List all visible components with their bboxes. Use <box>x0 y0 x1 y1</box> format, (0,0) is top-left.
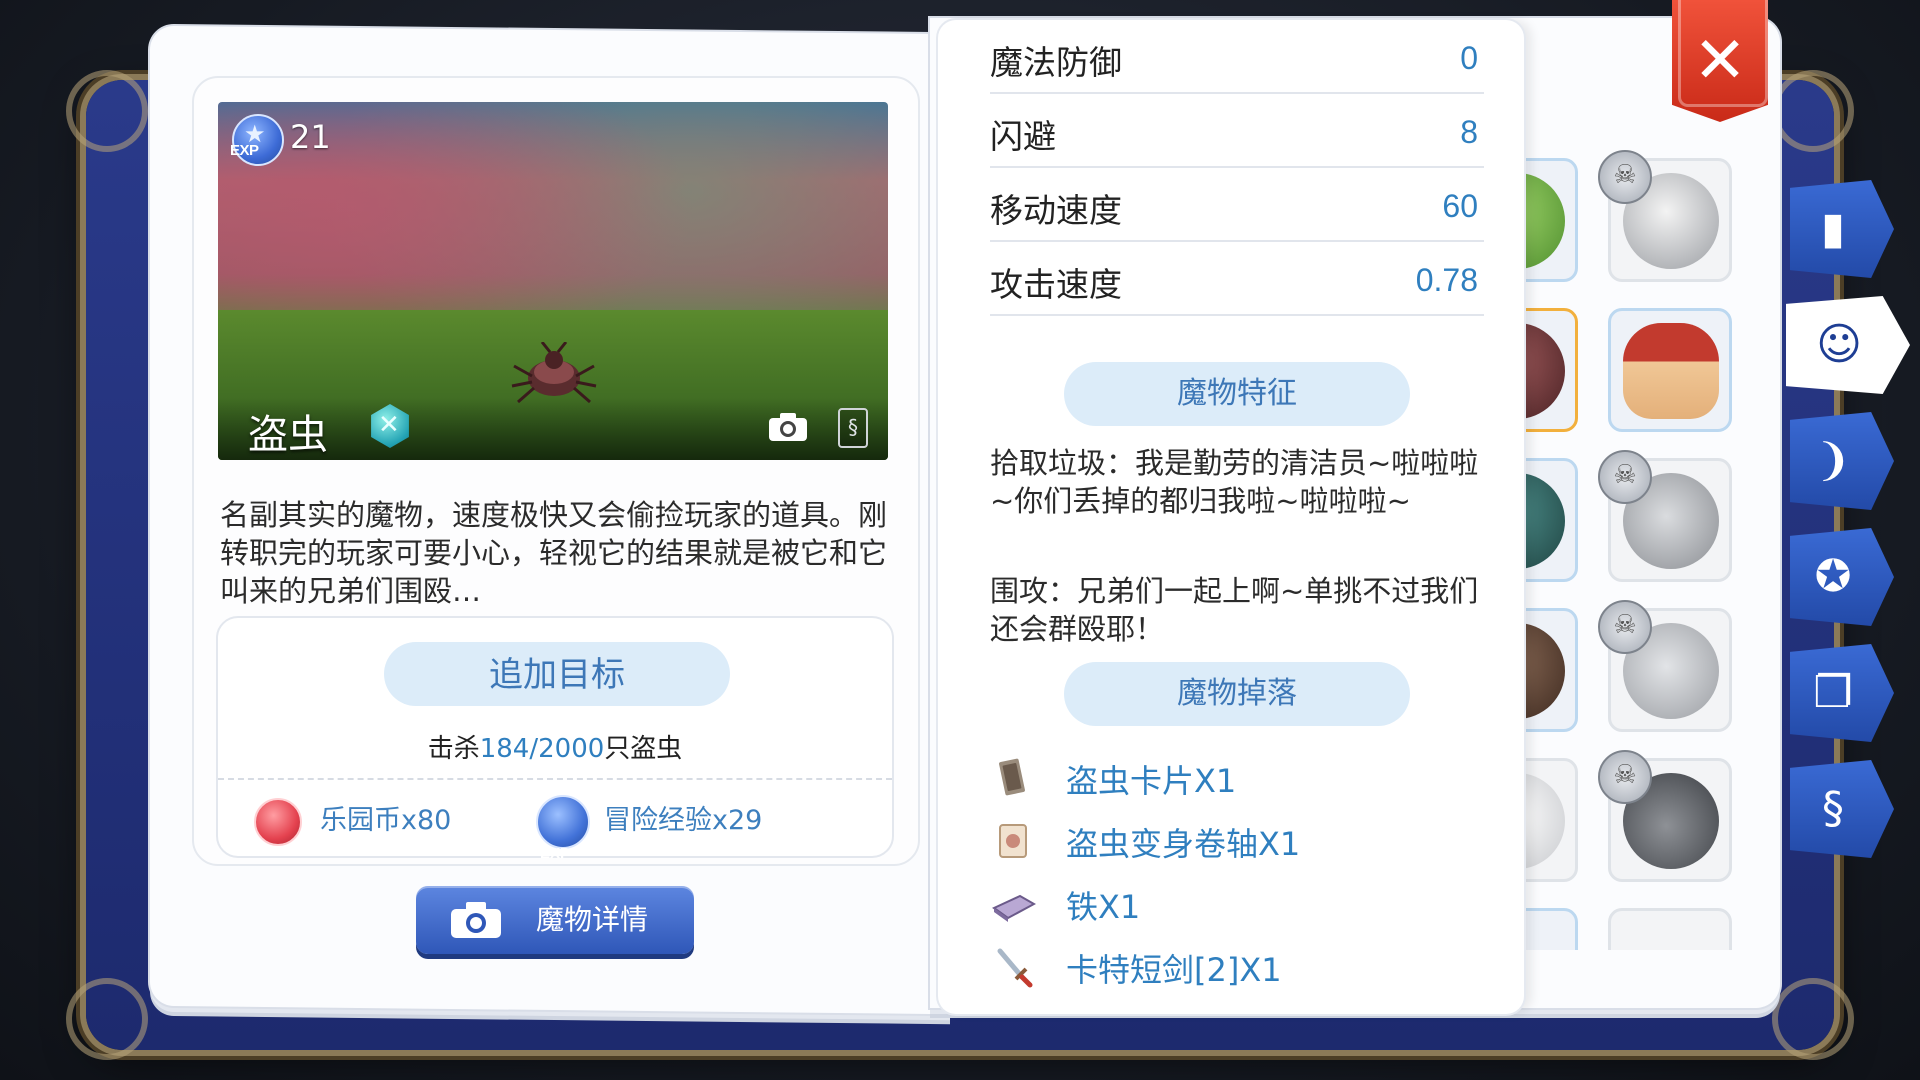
dagger-icon <box>997 948 1033 988</box>
monster-thumbnail <box>1524 323 1565 419</box>
monster-cell-selected[interactable] <box>1524 308 1578 432</box>
camera-icon[interactable] <box>768 412 808 442</box>
stat-label: 魔法防御 <box>990 43 1122 82</box>
horn-icon: ❩ <box>1814 435 1852 486</box>
monster-detail-button[interactable]: 魔物详情 <box>416 886 694 954</box>
cover-ornament <box>1772 70 1854 152</box>
open-book-icon: ❐ <box>1813 667 1853 718</box>
mvp-skull-icon: ☠ <box>1598 150 1652 204</box>
monster-card-icon[interactable]: § <box>838 408 868 448</box>
drop-list: 盗虫卡片X1 盗虫变身卷轴X1 铁X1 卡特短剑[2]X1 <box>990 746 1490 998</box>
monster-level: 21 <box>290 118 331 156</box>
camera-icon <box>451 902 501 938</box>
exp-icon: ★ EXP <box>230 114 284 166</box>
stat-value: 8 <box>1460 114 1478 150</box>
drop-item[interactable]: 盗虫变身卷轴X1 <box>990 809 1490 872</box>
mvp-skull-icon: ☠ <box>1598 600 1652 654</box>
cover-ornament <box>1772 978 1854 1060</box>
monster-cell[interactable] <box>1524 608 1578 732</box>
monster-cell[interactable] <box>1524 458 1578 582</box>
monster-thumbnail <box>1524 623 1565 719</box>
add-target-button[interactable]: 追加目标 <box>384 642 730 706</box>
kill-count: 184/2000 <box>479 734 605 764</box>
stat-list: 魔法防御 0 闪避 8 移动速度 60 攻击速度 0.78 <box>990 20 1484 316</box>
kill-progress: 击杀184/2000只盗虫 <box>218 728 892 765</box>
tab-story[interactable]: ❐ <box>1790 644 1894 742</box>
kill-suffix: 只盗虫 <box>604 734 683 764</box>
monster-portrait: ★ EXP 21 盗虫 § <box>218 102 888 460</box>
card-icon: § <box>1822 783 1844 834</box>
reward-label: 乐园币x80 <box>320 805 452 836</box>
monster-stat-panel: 魔法防御 0 闪避 8 移动速度 60 攻击速度 0.78 魔物特征 拾取垃圾：… <box>938 20 1524 1014</box>
monster-thumbnail <box>1524 173 1565 269</box>
traits-header: 魔物特征 <box>1064 362 1410 426</box>
monster-thumbnail <box>1623 323 1719 419</box>
stat-row: 移动速度 60 <box>990 168 1484 242</box>
cover-ornament <box>66 978 148 1060</box>
monster-thumbnail <box>1524 773 1565 869</box>
hunt-target-box: 追加目标 击杀184/2000只盗虫 乐园币x80 冒险经验x29 <box>216 616 894 883</box>
stat-label: 攻击速度 <box>990 265 1122 304</box>
stat-value: 0 <box>1460 40 1478 76</box>
scroll-icon <box>999 824 1027 858</box>
monster-name: 盗虫 <box>248 412 328 458</box>
drop-item-label: 卡特短剑[2]X1 <box>1066 951 1282 989</box>
tab-npc[interactable]: ✪ <box>1790 528 1894 626</box>
reward-exp: 冒险经验x29 <box>536 792 763 883</box>
stat-value: 0.78 <box>1415 262 1478 298</box>
drop-item-label: 盗虫卡片X1 <box>1066 762 1237 800</box>
iron-icon <box>992 894 1036 922</box>
tab-handbook[interactable]: ▮ <box>1790 180 1894 278</box>
monster-cell[interactable] <box>1524 158 1578 282</box>
detail-button-label: 魔物详情 <box>535 903 648 936</box>
tab-cards[interactable]: § <box>1790 760 1894 858</box>
stat-row: 闪避 8 <box>990 94 1484 168</box>
mvp-skull-icon: ☠ <box>1598 450 1652 504</box>
exp-icon <box>536 794 590 883</box>
card-icon <box>999 758 1025 796</box>
drop-item[interactable]: 卡特短剑[2]X1 <box>990 935 1490 998</box>
close-button[interactable]: ✕ <box>1672 0 1768 122</box>
monster-thumbnail <box>1524 473 1565 569</box>
book-icon: ▮ <box>1820 203 1846 254</box>
tab-monsters[interactable]: ☺ <box>1786 296 1910 394</box>
stat-value: 60 <box>1442 188 1478 224</box>
stat-label: 移动速度 <box>990 191 1122 230</box>
monster-grid: ☠ ☠ ☠ ☠ <box>1524 150 1744 950</box>
divider <box>218 778 892 780</box>
monster-cell[interactable] <box>1608 908 1732 950</box>
stat-row: 攻击速度 0.78 <box>990 242 1484 316</box>
drops-header: 魔物掉落 <box>1064 662 1410 726</box>
head-idea-icon: ✪ <box>1814 551 1852 602</box>
kill-prefix: 击杀 <box>427 734 480 764</box>
reward-label: 冒险经验x29 <box>604 805 763 836</box>
monster-cell[interactable] <box>1524 758 1578 882</box>
drop-item[interactable]: 铁X1 <box>990 872 1490 935</box>
drop-item-label: 铁X1 <box>1066 888 1141 926</box>
reward-coin: 乐园币x80 <box>254 792 451 852</box>
close-icon: ✕ <box>1693 24 1747 98</box>
trait-item: 拾取垃圾：我是勤劳的清洁员~啦啦啦~你们丢掉的都归我啦~啦啦啦~ <box>990 446 1479 518</box>
monster-face-icon: ☺ <box>1816 319 1862 370</box>
drop-item-label: 盗虫变身卷轴X1 <box>1066 825 1301 863</box>
mvp-skull-icon: ☠ <box>1598 750 1652 804</box>
coin-icon <box>254 797 302 846</box>
stat-row: 魔法防御 0 <box>990 20 1484 94</box>
thief-bug-image <box>511 342 597 404</box>
cover-ornament <box>66 70 148 152</box>
tab-headwear[interactable]: ❩ <box>1790 412 1894 510</box>
monster-cell[interactable] <box>1608 308 1732 432</box>
trait-item: 围攻：兄弟们一起上啊~单挑不过我们还会群殴耶！ <box>990 574 1479 646</box>
monster-cell[interactable] <box>1524 908 1578 950</box>
stat-label: 闪避 <box>990 117 1056 156</box>
drop-item[interactable]: 盗虫卡片X1 <box>990 746 1490 809</box>
monster-description: 名副其实的魔物，速度极快又会偷捡玩家的道具。刚转职完的玩家可要小心，轻视它的结果… <box>220 498 888 608</box>
